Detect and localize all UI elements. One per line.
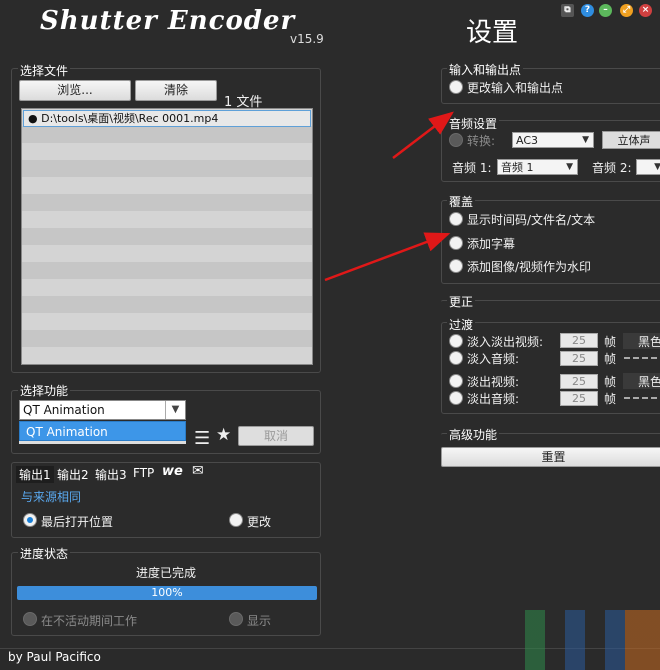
chevron-down-icon[interactable]: ▼ [165,401,185,419]
fade-out-video-label: 淡出视频: [467,375,520,389]
convert-radio[interactable] [449,133,463,147]
fade-in-video-radio[interactable] [449,334,463,348]
watermark-pixels [505,610,660,670]
app-version: v15.9 [290,32,324,46]
last-open-radio[interactable] [23,513,37,527]
fade-in-audio-curve [624,357,660,359]
progress-bar: 100% [17,586,317,600]
footer-credit: by Paul Pacifico [8,650,101,664]
clear-button[interactable]: 清除 [135,80,217,101]
fade-in-audio-label: 淡入音频: [467,352,520,366]
stereo-button[interactable]: 立体声 [602,131,660,149]
fade-in-video-frames[interactable]: 25 [560,333,598,348]
fade-in-audio-radio[interactable] [449,351,463,365]
codec-value: AC3 [516,134,539,147]
file-path: D:\tools\桌面\视频\Rec 0001.mp4 [41,112,219,125]
timecode-label: 显示时间码/文件名/文本 [467,213,596,227]
function-combobox-value[interactable]: QT Animation [23,403,105,417]
change-inout-radio[interactable] [449,80,463,94]
tab-output3[interactable]: 输出3 [95,466,127,483]
mail-icon[interactable]: ✉ [192,463,204,479]
fade-in-audio-frames[interactable]: 25 [560,351,598,366]
browse-button[interactable]: 浏览... [19,80,131,101]
show-label: 显示 [247,614,272,628]
cancel-button[interactable]: 取消 [238,426,314,446]
fade-out-video-frames[interactable]: 25 [560,374,598,389]
subtitles-label: 添加字幕 [467,237,516,251]
inout-group-label: 输入和输出点 [447,61,524,78]
transition-group-label: 过渡 [447,316,476,333]
arrow-to-overlay [324,232,451,282]
maximize-icon[interactable]: ⤢ [620,4,633,17]
fade-in-audio-unit: 帧 [604,352,617,366]
tab-output2[interactable]: 输出2 [57,466,89,483]
star-icon[interactable]: ★ [216,425,231,445]
app-logo: Shutter Encoder [40,6,296,36]
overlay-group-label: 覆盖 [447,193,476,210]
fade-out-audio-label: 淡出音频: [467,392,520,406]
idle-work-radio[interactable] [23,612,37,626]
fade-out-audio-frames[interactable]: 25 [560,391,598,406]
subtitles-radio[interactable] [449,236,463,250]
change-inout-label: 更改输入和输出点 [467,81,564,95]
advanced-group-label: 高级功能 [447,426,500,443]
progress-status: 进度已完成 [136,566,197,580]
files-group-label: 选择文件 [18,62,71,79]
watermark-label: 添加图像/视频作为水印 [467,260,592,274]
correction-group-label: 更正 [447,293,476,310]
function-group-label: 选择功能 [18,382,71,399]
file-list[interactable]: ● D:\tools\桌面\视频\Rec 0001.mp4 [21,108,313,365]
timecode-radio[interactable] [449,212,463,226]
audio2-select[interactable] [636,159,660,175]
function-combobox[interactable]: QT Animation ▼ [19,400,186,420]
function-dropdown-option[interactable]: QT Animation [19,421,186,441]
audio1-value: 音频 1 [501,161,534,174]
fade-out-video-unit: 帧 [604,375,617,389]
wetransfer-icon[interactable]: we [162,464,183,479]
change-label: 更改 [247,515,272,529]
menu-icon[interactable]: ☰ [194,428,210,449]
dropdown-bottom-border [19,441,186,444]
convert-label: 转换: [467,134,496,148]
audio1-label: 音频 1: [452,161,492,175]
help-icon[interactable]: ? [581,4,594,17]
fade-in-video-unit: 帧 [604,335,617,349]
tab-output1[interactable]: 输出1 [16,466,54,483]
same-as-source-label[interactable]: 与来源相同 [21,488,81,505]
last-open-label: 最后打开位置 [41,515,114,529]
fade-out-video-color[interactable]: 黑色 [623,373,660,389]
audio-group-label: 音频设置 [447,115,500,132]
reset-button[interactable]: 重置 [441,447,660,467]
close-icon[interactable]: × [639,4,652,17]
progress-group-label: 进度状态 [18,545,71,562]
show-radio[interactable] [229,612,243,626]
fade-in-video-label: 淡入淡出视频: [467,335,544,349]
pin-icon[interactable]: ⧉ [561,4,574,17]
codec-select[interactable]: AC3 [512,132,594,148]
file-list-item[interactable]: ● D:\tools\桌面\视频\Rec 0001.mp4 [23,110,311,127]
fade-out-video-radio[interactable] [449,374,463,388]
audio1-select[interactable]: 音频 1 [497,159,578,175]
fade-out-audio-curve [624,397,660,399]
minimize-icon[interactable]: – [599,4,612,17]
idle-work-label: 在不活动期间工作 [41,614,138,628]
audio2-label: 音频 2: [592,161,632,175]
fade-out-audio-unit: 帧 [604,392,617,406]
change-radio[interactable] [229,513,243,527]
fade-out-audio-radio[interactable] [449,391,463,405]
fade-in-video-color[interactable]: 黑色 [623,333,660,349]
settings-title: 设置 [466,18,519,48]
tab-ftp[interactable]: FTP [133,466,154,480]
watermark-radio[interactable] [449,259,463,273]
